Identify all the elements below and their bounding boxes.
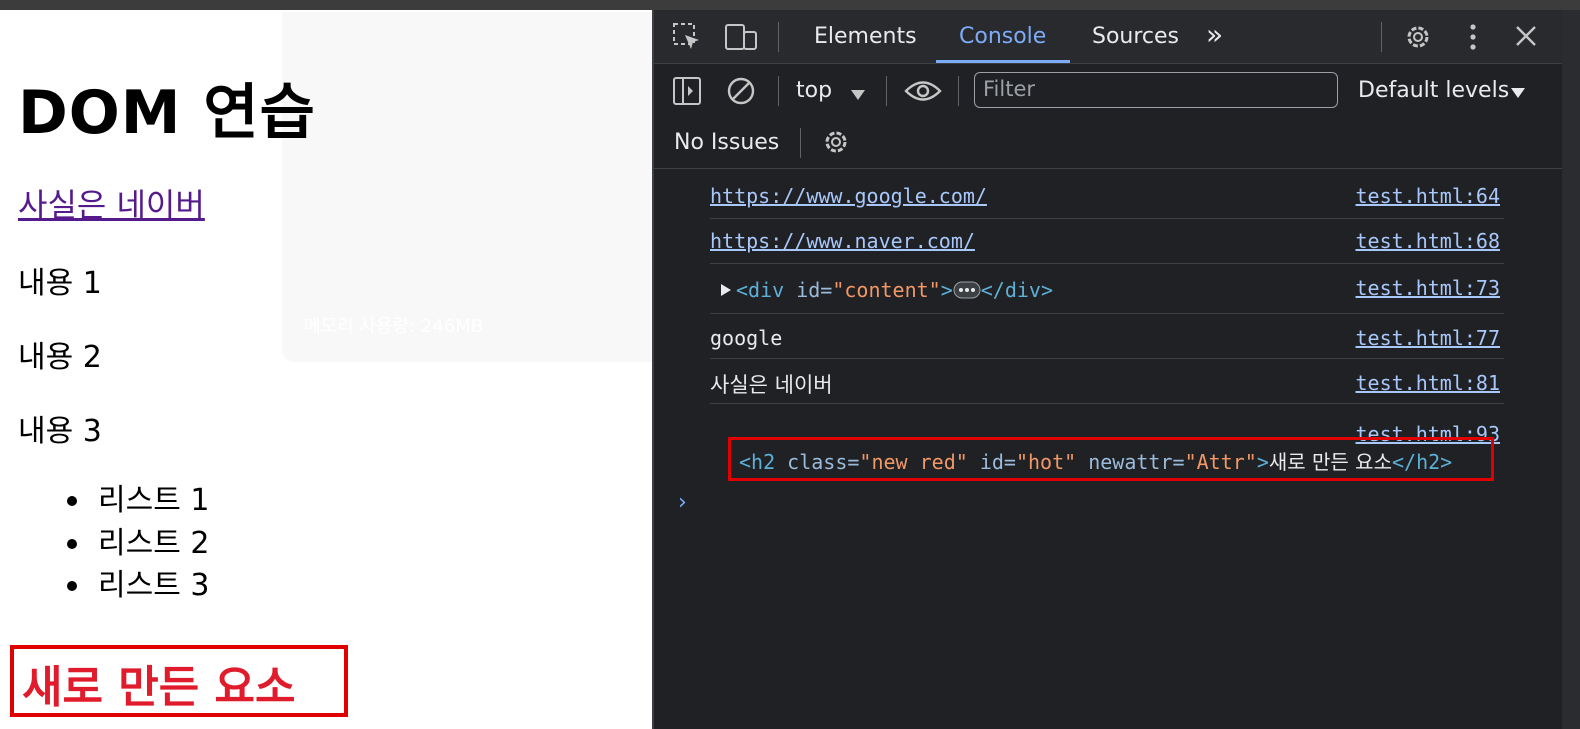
h2-attr-newattr-value: "Attr": [1184, 450, 1257, 474]
new-element-highlight: 새로 만든 요소: [10, 645, 348, 717]
list-item: 리스트 2: [66, 523, 209, 566]
active-tab-indicator: [936, 60, 1070, 63]
page-heading: DOM 연습: [18, 78, 316, 148]
toolbar-divider: [800, 128, 801, 158]
log-row: 사실은 네이버 test.html:81: [710, 359, 1504, 404]
h2-attr-class-value: "new red": [859, 450, 968, 474]
div-gt: >: [940, 278, 953, 302]
filter-placeholder: Filter: [983, 77, 1036, 101]
memory-overlay: [282, 12, 652, 362]
log-source-link[interactable]: test.html:68: [1356, 229, 1501, 253]
console-toolbar: top Filter Default levels No Issues: [654, 64, 1562, 169]
memory-overlay-text: 메모리 사용량: 246MB: [304, 316, 484, 337]
inspect-element-icon[interactable]: [672, 22, 702, 56]
tab-console[interactable]: Console: [959, 24, 1046, 49]
h2-close-tag: </h2>: [1391, 450, 1453, 474]
tab-elements[interactable]: Elements: [814, 24, 917, 49]
sidebar-toggle-icon[interactable]: [672, 76, 702, 110]
list-item: 리스트 1: [66, 480, 209, 523]
console-settings-gear-icon[interactable]: [820, 126, 852, 162]
ellipsis-badge-icon[interactable]: [953, 280, 981, 304]
h2-element-log[interactable]: <h2 class="new red" id="hot" newattr="At…: [739, 446, 1452, 475]
log-message-link[interactable]: https://www.google.com/: [710, 184, 987, 208]
log-message-text: 사실은 네이버: [710, 373, 833, 397]
dropdown-arrow-icon[interactable]: [850, 86, 866, 105]
div-attr-value: "content": [832, 278, 941, 302]
new-element-heading: 새로 만든 요소: [22, 662, 296, 713]
log-source-link[interactable]: test.html:77: [1356, 326, 1501, 350]
toolbar-divider: [778, 76, 779, 106]
h2-log-highlight: <h2 class="new red" id="hot" newattr="At…: [728, 437, 1494, 481]
log-row: https://www.naver.com/ test.html:68: [710, 219, 1504, 264]
toolbar-divider: [886, 76, 887, 106]
devtools-panel: Elements Console Sources » top Filter De…: [652, 10, 1580, 729]
toolbar-divider: [778, 22, 779, 52]
list-item: 리스트 3: [66, 565, 209, 608]
log-message-element[interactable]: <div id="content"> </div>: [710, 278, 1053, 304]
paragraph-1: 내용 1: [18, 266, 102, 301]
log-message-text: google: [710, 326, 783, 350]
devtools-tab-bar: Elements Console Sources »: [654, 10, 1562, 64]
h2-open-tag: <h2: [739, 450, 788, 474]
clear-console-icon[interactable]: [726, 76, 756, 110]
filter-input[interactable]: Filter: [974, 72, 1338, 108]
tab-sources[interactable]: Sources: [1092, 24, 1179, 49]
log-source-link[interactable]: test.html:64: [1356, 184, 1501, 208]
toolbar-divider: [958, 76, 959, 106]
div-close-tag: </div>: [980, 278, 1054, 302]
h2-attr-newattr: newattr=: [1076, 450, 1185, 474]
settings-gear-icon[interactable]: [1402, 21, 1434, 57]
log-row: <div id="content"> </div> test.html:73: [710, 264, 1504, 314]
window-top-strip: [0, 0, 1580, 10]
more-options-icon[interactable]: [1468, 22, 1478, 56]
console-prompt-icon[interactable]: ›: [678, 490, 687, 515]
h2-gt: >: [1256, 450, 1269, 474]
h2-attr-class: class=: [787, 450, 860, 474]
log-row: https://www.google.com/ test.html:64: [710, 170, 1504, 219]
h2-text: 새로 만든 요소: [1268, 450, 1392, 474]
device-toolbar-icon[interactable]: [724, 22, 758, 56]
levels-dropdown-arrow-icon[interactable]: [1510, 84, 1526, 103]
close-icon[interactable]: [1514, 24, 1538, 52]
log-source-link[interactable]: test.html:73: [1356, 276, 1501, 300]
page-viewport: 메모리 사용량: 246MB DOM 연습 사실은 네이버 내용 1 내용 2 …: [0, 10, 652, 729]
log-row: google test.html:77: [710, 314, 1504, 359]
naver-link[interactable]: 사실은 네이버: [18, 180, 205, 226]
log-message-link[interactable]: https://www.naver.com/: [710, 229, 975, 253]
more-tabs-button[interactable]: »: [1206, 18, 1223, 51]
h2-attr-id: id=: [967, 450, 1016, 474]
context-selector[interactable]: top: [796, 78, 832, 103]
toolbar-divider: [1381, 22, 1382, 52]
expand-triangle-icon[interactable]: [720, 278, 732, 302]
paragraph-2: 내용 2: [18, 340, 102, 375]
live-expression-eye-icon[interactable]: [904, 78, 942, 108]
h2-attr-id-value: "hot": [1015, 450, 1077, 474]
paragraph-3: 내용 3: [18, 414, 102, 449]
log-levels-dropdown[interactable]: Default levels: [1358, 78, 1509, 103]
div-attr-name: id=: [796, 278, 833, 302]
bullet-list: 리스트 1 리스트 2 리스트 3: [66, 480, 209, 608]
log-source-link[interactable]: test.html:81: [1356, 371, 1501, 395]
div-open-tag: <div: [736, 278, 797, 302]
issues-counter[interactable]: No Issues: [674, 130, 779, 155]
devtools-scrollbar[interactable]: [1562, 10, 1580, 729]
